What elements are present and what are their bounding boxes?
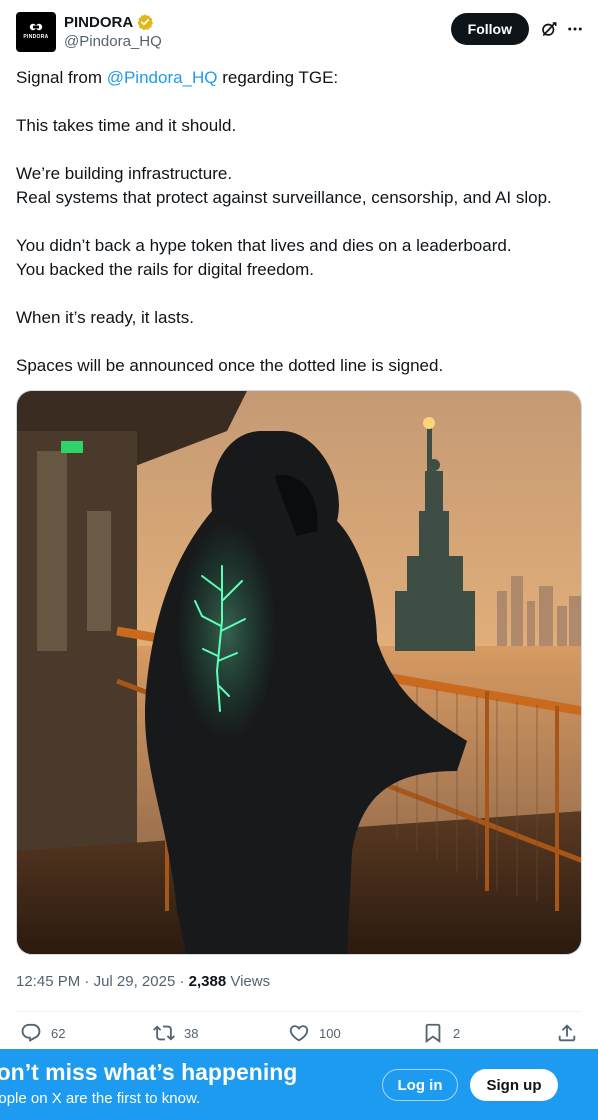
bookmark-button[interactable]: 2 — [422, 1022, 460, 1044]
like-count: 100 — [319, 1025, 341, 1041]
tweet-text: Signal from @Pindora_HQ regarding TGE: T… — [16, 66, 586, 378]
grok-icon[interactable] — [540, 20, 558, 38]
banner-subtitle: People on X are the first to know. — [0, 1090, 201, 1107]
author-display-name[interactable]: PINDORA — [64, 14, 133, 31]
tweet-line: Signal from @Pindora_HQ regarding TGE: — [16, 66, 586, 90]
author-handle[interactable]: @Pindora_HQ — [64, 33, 162, 50]
meta-separator: · — [175, 973, 189, 990]
like-button[interactable]: 100 — [288, 1022, 341, 1044]
tweet-text-segment: regarding TGE: — [217, 68, 339, 87]
tweet-timestamp[interactable]: 12:45 PM · Jul 29, 2025 · 2,388 Views — [16, 973, 270, 990]
mention-link[interactable]: @Pindora_HQ — [107, 68, 218, 87]
heart-icon — [289, 1025, 309, 1042]
banner-title: Don’t miss what’s happening — [0, 1059, 298, 1085]
views-label: Views — [230, 973, 271, 990]
share-button[interactable] — [556, 1022, 578, 1044]
tweet-line: You didn’t back a hype token that lives … — [16, 236, 512, 255]
tweet-time[interactable]: 12:45 PM — [16, 973, 80, 990]
meta-separator: · — [80, 973, 94, 990]
avatar-logo-text: PINDORA — [23, 34, 49, 40]
follow-button[interactable]: Follow — [450, 13, 529, 45]
bookmark-icon — [425, 1023, 441, 1044]
reply-button[interactable]: 62 — [20, 1022, 65, 1044]
tweet-line: We’re building infrastructure. — [16, 164, 233, 183]
login-button[interactable]: Log in — [382, 1069, 458, 1101]
tweet-line: When it’s ready, it lasts. — [16, 308, 194, 327]
reply-count: 62 — [51, 1025, 66, 1041]
repost-button[interactable]: 38 — [153, 1022, 198, 1044]
verified-badge-icon — [137, 14, 154, 31]
tweet-date[interactable]: Jul 29, 2025 — [94, 973, 176, 990]
repost-count: 38 — [184, 1025, 199, 1041]
bookmark-count: 2 — [453, 1025, 461, 1041]
tweet-line: You backed the rails for digital freedom… — [16, 260, 314, 279]
signup-banner: Don’t miss what’s happening People on X … — [0, 1049, 598, 1120]
tweet-line: This takes time and it should. — [16, 116, 237, 135]
avatar[interactable]: PINDORA — [16, 12, 56, 52]
share-icon — [558, 1024, 576, 1042]
tweet-media-image[interactable] — [16, 390, 582, 955]
tweet-text-segment: Signal from — [16, 68, 107, 87]
reply-icon — [21, 1023, 41, 1042]
tweet-line: Real systems that protect against survei… — [16, 188, 552, 207]
tweet-line: Spaces will be announced once the dotted… — [16, 356, 444, 375]
pindora-logo-icon — [29, 23, 43, 31]
tweet-header: PINDORA PINDORA @Pindora_HQ Follow — [16, 12, 584, 52]
author-name-line: PINDORA — [64, 13, 154, 31]
tweet-actions: 62 38 100 2 — [16, 1022, 582, 1050]
views-count: 2,388 — [188, 973, 227, 990]
repost-icon — [153, 1025, 175, 1041]
more-options-icon[interactable] — [566, 20, 584, 38]
ferry-statue-of-liberty-illustration — [17, 391, 581, 954]
signup-button[interactable]: Sign up — [470, 1069, 558, 1101]
divider — [16, 1011, 582, 1012]
